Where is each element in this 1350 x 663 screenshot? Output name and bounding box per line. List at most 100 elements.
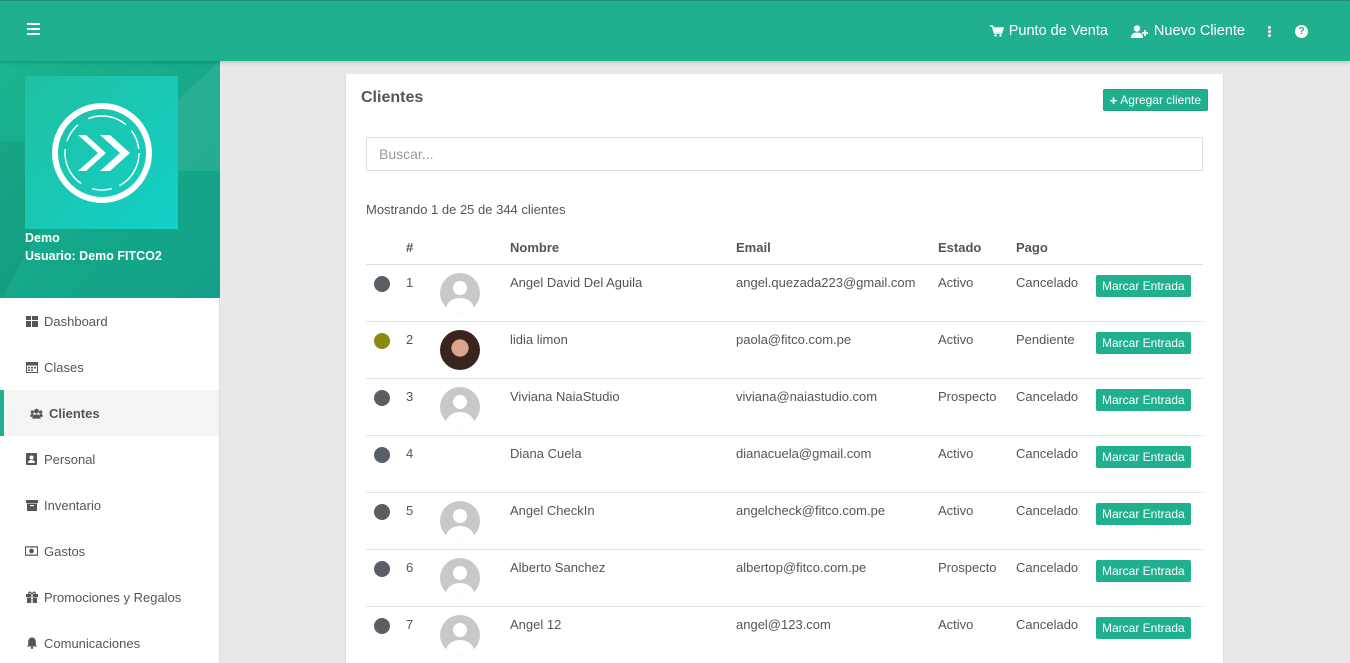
- client-payment: Cancelado: [1016, 549, 1096, 607]
- client-status: Prospecto: [938, 378, 1016, 436]
- client-email: dianacuela@gmail.com: [736, 435, 938, 493]
- mark-entry-button[interactable]: Marcar Entrada: [1096, 616, 1191, 639]
- users-icon: [30, 407, 43, 420]
- client-name[interactable]: Angel 12: [510, 606, 736, 663]
- top-navbar: Punto de Venta Nuevo Cliente ?: [0, 0, 1350, 61]
- client-name[interactable]: Viviana NaiaStudio: [510, 378, 736, 436]
- column-header-name[interactable]: Nombre: [510, 231, 736, 265]
- sidebar-item-personal[interactable]: Personal: [0, 436, 219, 482]
- client-payment: Cancelado: [1016, 492, 1096, 550]
- client-status: Activo: [938, 321, 1016, 379]
- status-dot: [374, 503, 390, 520]
- new-client-label: Nuevo Cliente: [1153, 23, 1245, 39]
- client-name[interactable]: Angel David Del Aguila: [510, 264, 736, 322]
- column-header-payment[interactable]: Pago: [1016, 231, 1096, 265]
- client-status: Activo: [938, 492, 1016, 550]
- client-payment: Cancelado: [1016, 264, 1096, 322]
- mark-entry-button[interactable]: Marcar Entrada: [1096, 445, 1191, 468]
- gift-icon: [25, 591, 38, 604]
- table-row[interactable]: 4 Diana Cuela dianacuela@gmail.com Activo Ca…: [366, 435, 1203, 493]
- sidebar-item-label: Clientes: [49, 405, 100, 421]
- table-row[interactable]: 5 Angel CheckIn angelcheck@fitco.com.pe Act…: [366, 492, 1203, 550]
- status-dot: [374, 446, 390, 463]
- fast-forward-logo-icon: [51, 102, 152, 203]
- client-email: paola@fitco.com.pe: [736, 321, 938, 379]
- point-of-sale-label: Punto de Venta: [1008, 23, 1108, 39]
- client-email: angel@123.com: [736, 606, 938, 663]
- table-row[interactable]: 2 lidia limon paola@fitco.com.pe Activo Pend…: [366, 321, 1203, 379]
- column-header-status-dot: [366, 231, 406, 265]
- sidebar-item-label: Inventario: [44, 497, 102, 513]
- mark-entry-button[interactable]: Marcar Entrada: [1096, 559, 1191, 582]
- sidebar-item-clases[interactable]: Clases: [0, 344, 219, 390]
- plus-icon: +: [1109, 92, 1118, 108]
- status-dot: [374, 617, 390, 634]
- status-dot: [374, 275, 390, 292]
- dashboard-icon: [25, 315, 38, 328]
- client-name[interactable]: Angel CheckIn: [510, 492, 736, 550]
- sidebar-item-comunicaciones[interactable]: Comunicaciones: [0, 620, 219, 663]
- client-payment: Pendiente: [1016, 321, 1096, 379]
- profile-user: Usuario: Demo FITCO2: [25, 249, 162, 263]
- sidebar-item-label: Comunicaciones: [44, 635, 141, 651]
- column-header-email[interactable]: Email: [736, 231, 938, 265]
- column-header-number: #: [406, 231, 440, 265]
- top-nav-actions: Punto de Venta Nuevo Cliente ?: [989, 1, 1350, 61]
- mark-entry-button[interactable]: Marcar Entrada: [1096, 274, 1191, 297]
- search-input[interactable]: [366, 137, 1203, 171]
- sidebar-item-inventario[interactable]: Inventario: [0, 482, 219, 528]
- sidebar-item-label: Dashboard: [44, 313, 108, 329]
- avatar: [440, 500, 480, 541]
- client-email: albertop@fitco.com.pe: [736, 549, 938, 607]
- user-plus-icon: [1130, 24, 1149, 38]
- status-dot: [374, 560, 390, 577]
- bell-icon: [25, 637, 38, 650]
- results-count: Mostrando 1 de 25 de 344 clientes: [366, 202, 566, 217]
- add-client-button[interactable]: + Agregar cliente: [1102, 89, 1208, 111]
- client-email: viviana@naiastudio.com: [736, 378, 938, 436]
- client-email: angelcheck@fitco.com.pe: [736, 492, 938, 550]
- add-client-label: Agregar cliente: [1120, 93, 1201, 107]
- client-name[interactable]: lidia limon: [510, 321, 736, 379]
- point-of-sale-link[interactable]: Punto de Venta: [989, 23, 1108, 39]
- sidebar-item-dashboard[interactable]: Dashboard: [0, 298, 219, 344]
- menu-toggle-icon[interactable]: [27, 23, 40, 35]
- client-number: 5: [406, 492, 440, 550]
- table-row[interactable]: 3 Viviana NaiaStudio viviana@naiastudio.co…: [366, 378, 1203, 436]
- table-header-row: # Nombre Email Estado Pago: [366, 231, 1203, 265]
- sidebar-item-label: Personal: [44, 451, 96, 467]
- client-name[interactable]: Diana Cuela: [510, 435, 736, 493]
- company-logo: [25, 76, 178, 229]
- sidebar-item-gastos[interactable]: Gastos: [0, 528, 219, 574]
- client-status: Activo: [938, 606, 1016, 663]
- client-number: 1: [406, 264, 440, 322]
- avatar: [440, 386, 480, 427]
- shopping-cart-icon: [989, 25, 1004, 37]
- mark-entry-button[interactable]: Marcar Entrada: [1096, 331, 1191, 354]
- table-row[interactable]: 7 Angel 12 angel@123.com Activo Cancelado Mar…: [366, 606, 1203, 663]
- sidebar-item-label: Gastos: [44, 543, 86, 559]
- table-row[interactable]: 6 Alberto Sanchez albertop@fitco.com.pe Pro…: [366, 549, 1203, 607]
- client-status: Prospecto: [938, 549, 1016, 607]
- table-row[interactable]: 1 Angel David Del Aguila angel.quezada223@…: [366, 264, 1203, 322]
- money-icon: [25, 545, 38, 558]
- client-name[interactable]: Alberto Sanchez: [510, 549, 736, 607]
- help-icon[interactable]: ?: [1295, 24, 1308, 38]
- column-header-status[interactable]: Estado: [938, 231, 1016, 265]
- client-status: Activo: [938, 264, 1016, 322]
- mark-entry-button[interactable]: Marcar Entrada: [1096, 502, 1191, 525]
- column-header-actions: [1096, 231, 1203, 265]
- sidebar-item-promociones[interactable]: Promociones y Regalos: [0, 574, 219, 620]
- address-book-icon: [25, 453, 38, 466]
- clients-table: # Nombre Email Estado Pago 1 Angel David …: [366, 231, 1203, 663]
- avatar: [440, 329, 480, 370]
- client-number: 4: [406, 435, 440, 493]
- sidebar-item-clientes[interactable]: Clientes: [0, 390, 219, 436]
- client-status: Activo: [938, 435, 1016, 493]
- more-options-icon[interactable]: [1268, 25, 1271, 37]
- client-payment: Cancelado: [1016, 435, 1096, 493]
- client-number: 7: [406, 606, 440, 663]
- new-client-link[interactable]: Nuevo Cliente: [1130, 23, 1245, 39]
- client-number: 2: [406, 321, 440, 379]
- mark-entry-button[interactable]: Marcar Entrada: [1096, 388, 1191, 411]
